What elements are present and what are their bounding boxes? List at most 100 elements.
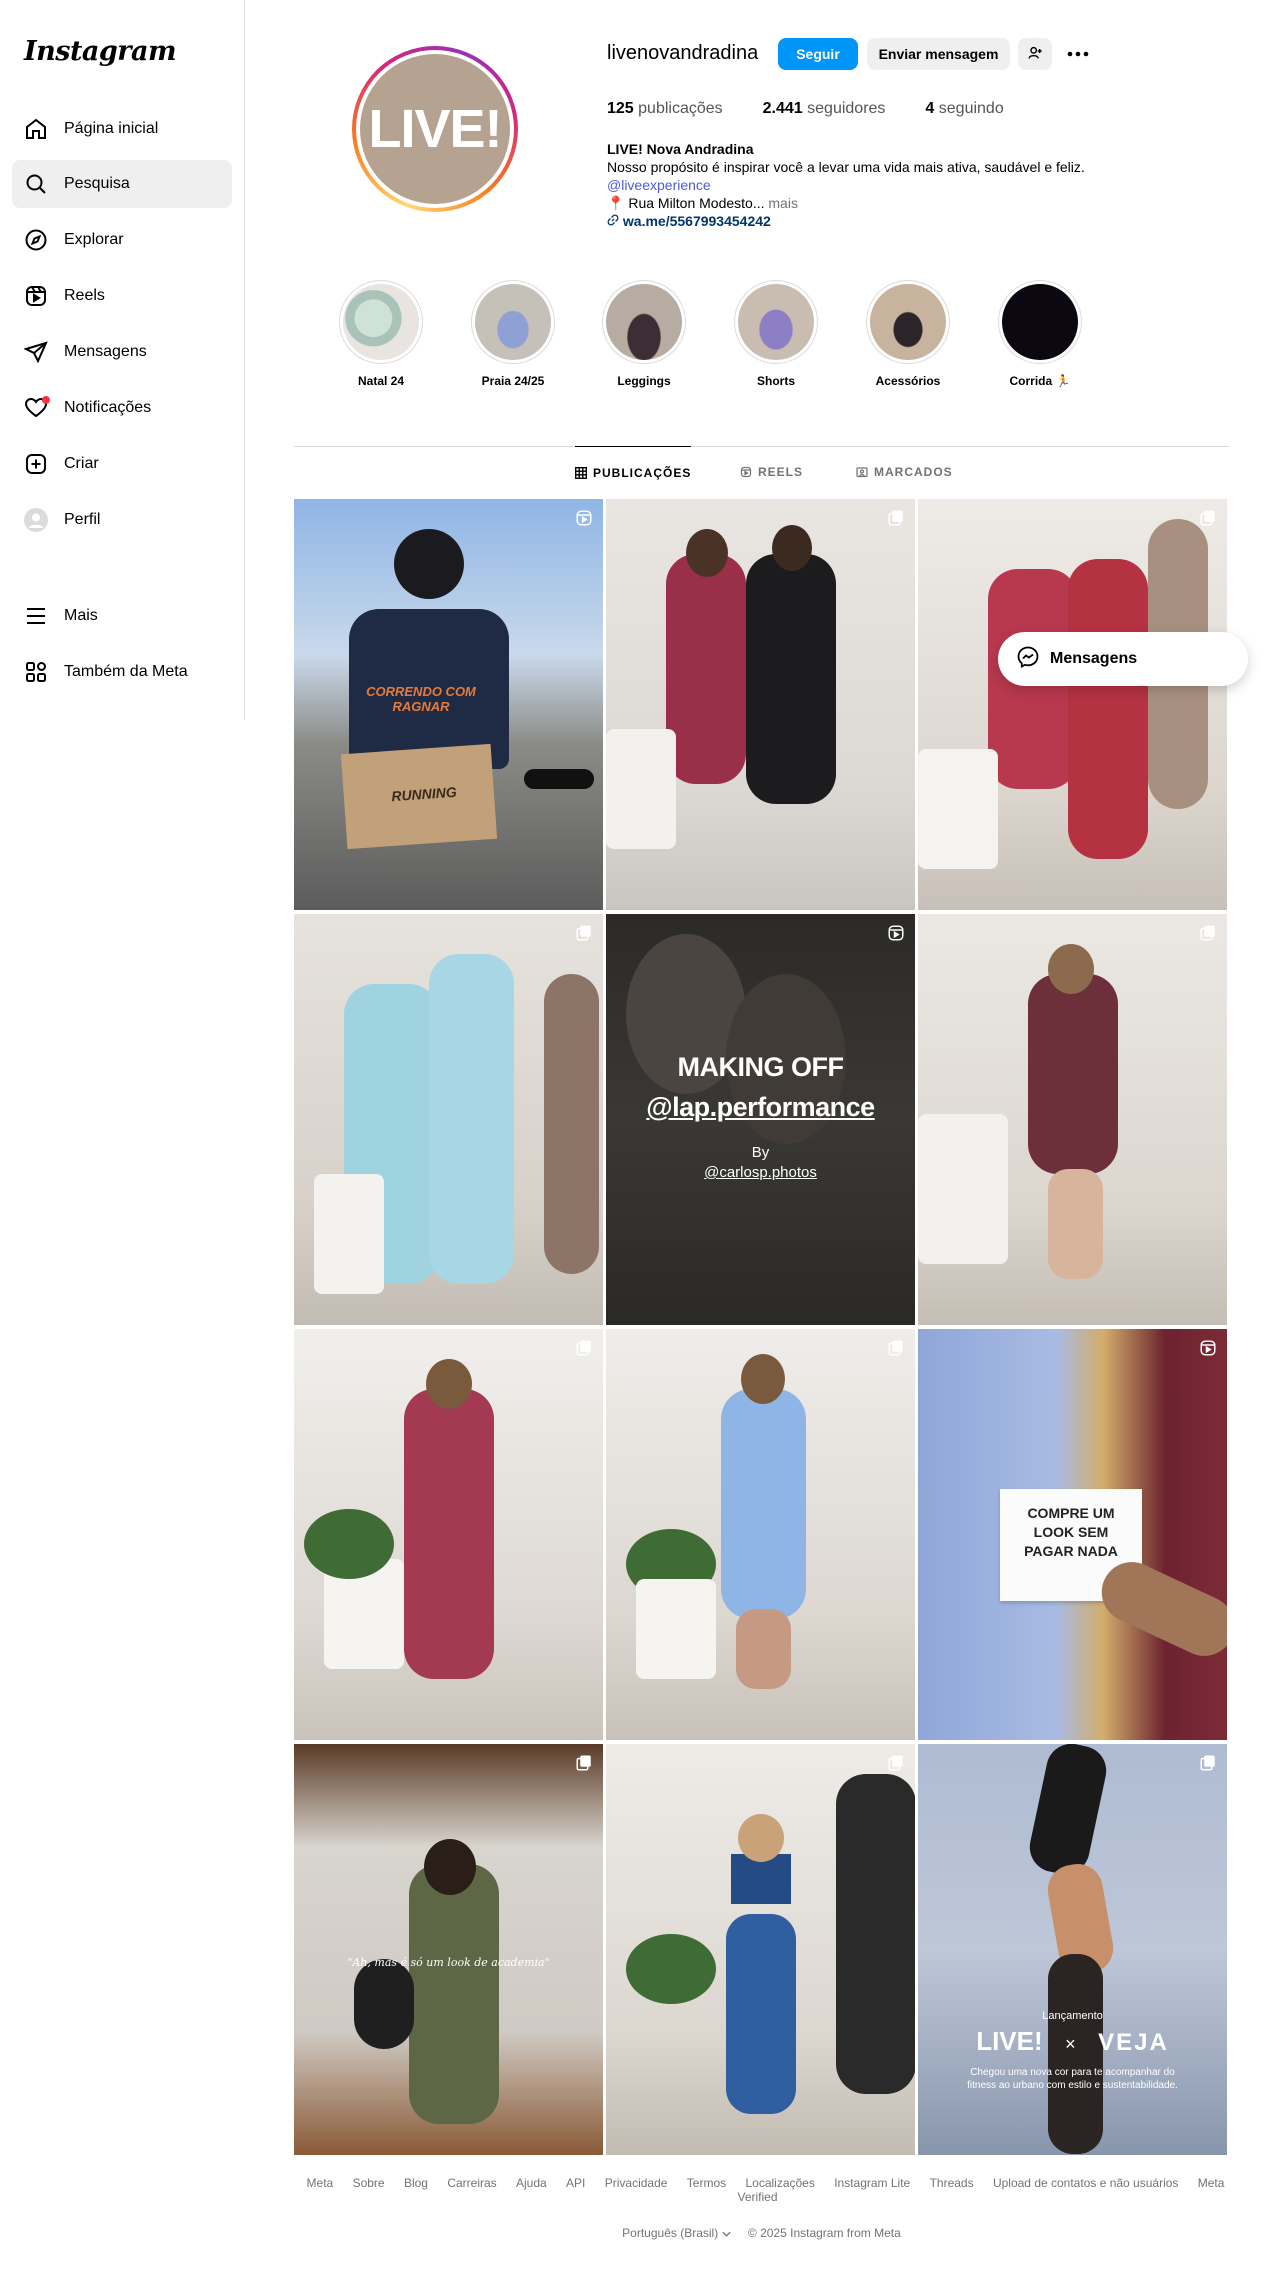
home-icon — [24, 117, 48, 141]
plus-square-icon — [24, 452, 48, 476]
reels-icon — [24, 284, 48, 308]
more-options-icon[interactable] — [1066, 42, 1090, 66]
nav-label: Mais — [64, 607, 98, 624]
profile-avatar: LIVE! — [360, 54, 510, 204]
highlight-natal[interactable]: Natal 24 — [337, 280, 425, 388]
carousel-badge-icon — [887, 1339, 905, 1357]
post-tile[interactable] — [606, 1329, 915, 1740]
post-tile[interactable]: Lançamento LIVE! × VEJA Chegou uma nova … — [918, 1744, 1227, 2155]
footer-link[interactable]: Ajuda — [516, 2176, 547, 2190]
bio-mention-link[interactable]: @liveexperience — [607, 176, 1107, 194]
footer-link[interactable]: Localizações — [745, 2176, 814, 2190]
live-logo-text: LIVE! — [976, 2026, 1043, 2056]
post-tile[interactable]: "Ah, mas é só um look de academia" — [294, 1744, 603, 2155]
reel-badge-icon — [887, 924, 905, 942]
post-tile[interactable]: COMPRE UM LOOK SEM PAGAR NADA — [918, 1329, 1227, 1740]
post-tile[interactable] — [294, 1329, 603, 1740]
post-sign-text: COMPRE UM LOOK SEM PAGAR NADA — [1024, 1505, 1118, 1559]
nav-messages[interactable]: Mensagens — [12, 328, 232, 376]
nav-explore[interactable]: Explorar — [12, 216, 232, 264]
followers-stat[interactable]: 2.441 seguidores — [763, 100, 886, 118]
posts-label: publicações — [633, 100, 723, 117]
post-credit: @carlosp.photos — [704, 1164, 817, 1181]
chevron-down-icon — [721, 2226, 731, 2240]
post-tile[interactable] — [918, 499, 1227, 910]
highlight-cover — [602, 280, 686, 364]
profile-avatar — [24, 508, 48, 532]
post-tile[interactable]: MAKING OFF @lap.performance By @carlosp.… — [606, 914, 915, 1325]
footer-link[interactable]: Upload de contatos e não usuários — [993, 2176, 1178, 2190]
tab-label: REELS — [758, 465, 804, 479]
nav-label: Pesquisa — [64, 175, 130, 192]
carousel-badge-icon — [575, 1754, 593, 1772]
footer-link[interactable]: API — [566, 2176, 585, 2190]
bio-url-link[interactable]: wa.me/5567993454242 — [623, 213, 771, 229]
nav-search[interactable]: Pesquisa — [12, 160, 232, 208]
post-subtitle: @lap.performance — [646, 1092, 875, 1122]
highlight-corrida[interactable]: Corrida 🏃 — [996, 280, 1084, 388]
tab-reels[interactable]: REELS — [740, 446, 803, 498]
highlight-acessorios[interactable]: Acessórios — [864, 280, 952, 388]
nav-label: Explorar — [64, 231, 124, 248]
tab-tagged[interactable]: MARCADOS — [856, 446, 953, 498]
language-label: Português (Brasil) — [622, 2226, 719, 2240]
add-person-icon — [1027, 45, 1043, 64]
following-count: 4 — [925, 100, 935, 117]
highlight-label: Corrida 🏃 — [1009, 374, 1071, 388]
following-label: seguindo — [934, 100, 1004, 117]
menu-icon — [24, 604, 48, 628]
send-message-button[interactable]: Enviar mensagem — [867, 38, 1010, 70]
carousel-badge-icon — [1199, 924, 1217, 942]
post-tile[interactable]: CORRENDO COM RAGNAR RUNNING — [294, 499, 603, 910]
nav-label: Criar — [64, 455, 99, 472]
profile-avatar-ring[interactable]: LIVE! — [352, 46, 518, 212]
following-stat[interactable]: 4 seguindo — [925, 100, 1003, 118]
nav-profile[interactable]: Perfil — [12, 496, 232, 544]
highlight-leggings[interactable]: Leggings — [600, 280, 688, 388]
nav-meta[interactable]: Também da Meta — [12, 648, 232, 696]
nav-more[interactable]: Mais — [12, 592, 232, 640]
language-selector[interactable]: Português (Brasil) — [622, 2226, 731, 2240]
post-by: By — [751, 1144, 770, 1161]
address-text: Rua Milton Modesto... — [628, 195, 765, 211]
search-icon — [24, 172, 48, 196]
footer-link[interactable]: Privacidade — [605, 2176, 668, 2190]
nav-reels[interactable]: Reels — [12, 272, 232, 320]
nav-label: Perfil — [64, 511, 101, 528]
bio-more-link[interactable]: mais — [765, 195, 798, 211]
footer-link[interactable]: Termos — [687, 2176, 726, 2190]
footer-links: Meta Sobre Blog Carreiras Ajuda API Priv… — [294, 2176, 1229, 2204]
footer-link[interactable]: Meta — [307, 2176, 334, 2190]
tab-posts[interactable]: PUBLICAÇÕES — [575, 446, 692, 498]
post-tile[interactable] — [606, 1744, 915, 2155]
nav-notifications[interactable]: Notificações — [12, 384, 232, 432]
highlight-cover — [734, 280, 818, 364]
highlight-praia[interactable]: Praia 24/25 — [469, 280, 557, 388]
footer-link[interactable]: Instagram Lite — [834, 2176, 910, 2190]
footer-link[interactable]: Blog — [404, 2176, 428, 2190]
carousel-badge-icon — [887, 1754, 905, 1772]
posts-count: 125 — [607, 100, 634, 117]
carousel-badge-icon — [575, 1339, 593, 1357]
meta-apps-icon — [24, 660, 48, 684]
floating-messages-button[interactable]: Mensagens — [998, 632, 1248, 686]
instagram-logo[interactable]: Instagram — [24, 36, 177, 67]
footer-link[interactable]: Threads — [930, 2176, 974, 2190]
link-icon — [607, 213, 619, 229]
nav-home[interactable]: Página inicial — [12, 105, 232, 153]
follow-button[interactable]: Seguir — [778, 38, 858, 70]
floating-messages-label: Mensagens — [1050, 650, 1138, 667]
footer-link[interactable]: Sobre — [353, 2176, 385, 2190]
nav-create[interactable]: Criar — [12, 440, 232, 488]
suggest-people-button[interactable] — [1018, 38, 1052, 70]
post-tile[interactable] — [294, 914, 603, 1325]
heart-icon — [24, 396, 50, 420]
sidebar: Instagram Página inicial Pesquisa Explor… — [0, 0, 245, 720]
highlight-cover — [998, 280, 1082, 364]
post-tile[interactable] — [918, 914, 1227, 1325]
footer: Meta Sobre Blog Carreiras Ajuda API Priv… — [294, 2176, 1229, 2240]
highlight-shorts[interactable]: Shorts — [732, 280, 820, 388]
post-tile[interactable] — [606, 499, 915, 910]
footer-link[interactable]: Carreiras — [447, 2176, 496, 2190]
notification-dot — [42, 396, 50, 404]
